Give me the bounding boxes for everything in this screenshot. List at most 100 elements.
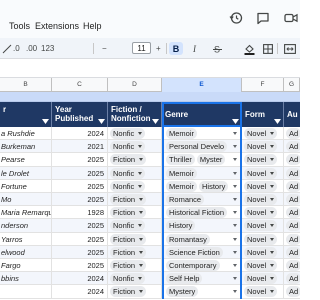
borders-icon[interactable] <box>263 42 273 55</box>
strikethrough-icon[interactable]: S <box>213 42 222 55</box>
fiction-cell[interactable]: Nonfic <box>108 140 162 154</box>
fiction-chip[interactable]: Fiction <box>110 207 147 219</box>
audience-chip[interactable]: Ad <box>286 180 300 192</box>
history-icon[interactable] <box>229 11 243 25</box>
audience-chip[interactable]: Ad <box>286 128 300 139</box>
chevron-down-icon[interactable] <box>233 158 237 162</box>
audience-cell[interactable]: Ad <box>284 167 300 180</box>
audience-chip[interactable]: Ad <box>286 154 300 166</box>
year-cell[interactable]: 2025 <box>52 166 108 180</box>
fiction-chip[interactable]: Nonfic <box>110 167 146 179</box>
font-size-input[interactable]: 11 <box>132 42 151 54</box>
decrease-decimal-button[interactable]: .0 <box>13 42 20 55</box>
audience-cell[interactable]: Ad <box>284 180 300 193</box>
fiction-chip[interactable]: Fiction <box>110 246 147 258</box>
audience-cell[interactable]: Ad <box>284 246 300 259</box>
increase-decimal-button[interactable]: .00 <box>26 42 37 55</box>
genre-cell[interactable]: Thriller Myster <box>162 153 242 167</box>
chevron-down-icon[interactable] <box>233 198 237 201</box>
year-cell[interactable]: 2025 <box>52 232 108 246</box>
fiction-chip[interactable]: Fiction <box>110 286 147 298</box>
author-cell[interactable]: nderson <box>0 219 52 233</box>
meet-icon[interactable] <box>284 11 298 25</box>
chevron-down-icon[interactable] <box>233 171 237 175</box>
author-cell[interactable]: Pearse <box>0 153 52 167</box>
form-cell[interactable]: Novel <box>242 232 284 246</box>
column-header-f[interactable]: F <box>242 78 284 92</box>
author-cell[interactable]: bbins <box>0 272 52 286</box>
fiction-chip[interactable]: Nonfic <box>110 128 146 139</box>
form-cell[interactable]: Novel <box>242 179 284 193</box>
author-cell[interactable]: Mo <box>0 193 52 207</box>
form-cell[interactable]: Novel <box>242 140 284 154</box>
genre-cell[interactable]: Science Fiction <box>162 245 242 259</box>
audience-cell[interactable]: Ad <box>284 193 300 206</box>
filter-icon[interactable] <box>152 119 159 124</box>
column-header-c[interactable]: C <box>52 78 108 92</box>
year-cell[interactable]: 2025 <box>52 219 108 233</box>
genre-chip[interactable]: Memoir <box>166 167 198 179</box>
genre-chip[interactable]: Mystery <box>166 286 199 298</box>
form-chip[interactable]: Novel <box>244 180 278 192</box>
fiction-cell[interactable]: Fiction <box>108 245 162 259</box>
fiction-chip[interactable]: Nonfic <box>110 273 146 285</box>
more-formats-button[interactable]: 123 <box>41 42 54 55</box>
header-year[interactable]: Year Published <box>52 102 108 127</box>
form-cell[interactable]: Novel <box>242 193 284 207</box>
fiction-cell[interactable]: Nonfic <box>108 272 162 286</box>
chevron-down-icon[interactable] <box>233 264 237 267</box>
audience-chip[interactable]: Ad <box>286 246 300 258</box>
form-chip[interactable]: Novel <box>244 128 278 139</box>
filter-icon[interactable] <box>98 119 105 124</box>
author-cell[interactable] <box>0 285 52 299</box>
audience-chip[interactable]: Ad <box>286 260 300 271</box>
chevron-down-icon[interactable] <box>233 277 237 281</box>
chevron-down-icon[interactable] <box>233 290 237 294</box>
column-header-g[interactable]: G <box>284 78 300 92</box>
header-form[interactable]: Form <box>242 102 284 127</box>
header-fiction[interactable]: Fiction / Nonfiction <box>108 102 162 127</box>
column-header-b[interactable]: B <box>0 78 52 92</box>
form-chip[interactable]: Novel <box>244 167 278 179</box>
formula-bar[interactable] <box>0 59 300 78</box>
audience-chip[interactable]: Ad <box>286 167 300 179</box>
audience-cell[interactable]: Ad <box>284 259 300 272</box>
author-cell[interactable]: Maria Remarque <box>0 206 52 220</box>
author-cell[interactable]: le Drolet <box>0 166 52 180</box>
author-cell[interactable]: elwood <box>0 245 52 259</box>
genre-chip[interactable]: Science Fiction <box>166 246 223 258</box>
form-cell[interactable]: Novel <box>242 285 284 299</box>
filter-icon[interactable] <box>42 119 49 124</box>
genre-cell[interactable]: History <box>162 219 242 233</box>
form-chip[interactable]: Novel <box>244 220 278 232</box>
audience-chip[interactable]: Ad <box>286 286 300 298</box>
fiction-cell[interactable]: Fiction <box>108 232 162 246</box>
fill-color-icon[interactable] <box>244 42 255 55</box>
genre-chip[interactable]: Historical Fiction <box>166 207 228 219</box>
form-cell[interactable]: Novel <box>242 219 284 233</box>
chevron-down-icon[interactable] <box>233 184 237 188</box>
fiction-chip[interactable]: Nonfic <box>110 180 146 192</box>
genre-chip[interactable]: Thriller <box>166 154 195 166</box>
year-cell[interactable]: 2024 <box>52 127 108 141</box>
fiction-chip[interactable]: Fiction <box>110 260 147 271</box>
audience-chip[interactable]: Ad <box>286 207 300 219</box>
form-cell[interactable]: Novel <box>242 166 284 180</box>
fiction-cell[interactable]: Fiction <box>108 193 162 207</box>
genre-cell[interactable]: Self Help <box>162 272 242 286</box>
chevron-down-icon[interactable] <box>233 250 237 254</box>
year-cell[interactable]: 2025 <box>52 245 108 259</box>
year-cell[interactable]: 2024 <box>52 272 108 286</box>
fiction-cell[interactable]: Nonfic <box>108 219 162 233</box>
fiction-chip[interactable]: Nonfic <box>110 141 146 153</box>
form-cell[interactable]: Novel <box>242 259 284 273</box>
genre-cell[interactable]: Mystery <box>162 285 242 299</box>
font-size-increase[interactable]: + <box>156 42 161 55</box>
italic-icon[interactable]: I <box>193 42 196 55</box>
form-cell[interactable]: Novel <box>242 245 284 259</box>
fiction-chip[interactable]: Fiction <box>110 233 147 245</box>
comment-icon[interactable] <box>256 11 270 25</box>
genre-cell[interactable]: Historical Fiction <box>162 206 242 220</box>
genre-chip[interactable]: History <box>166 220 196 232</box>
form-chip[interactable]: Novel <box>244 154 278 166</box>
